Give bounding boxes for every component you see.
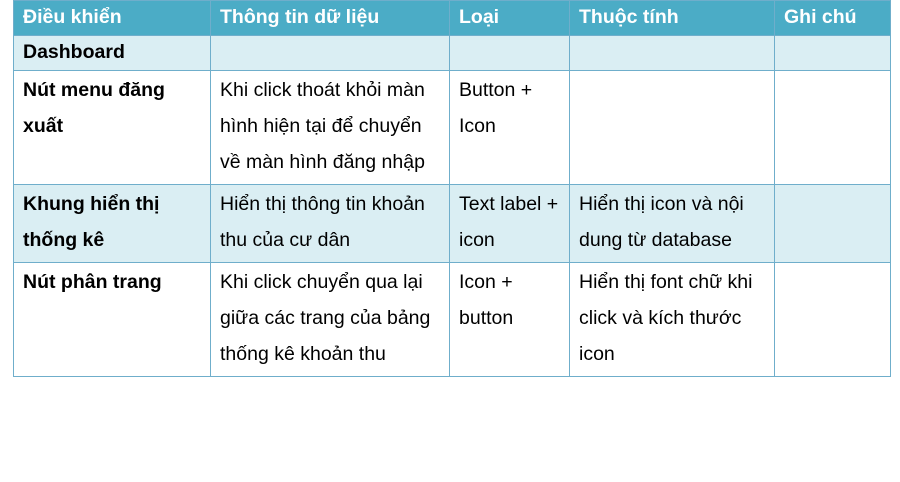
cell-info: Khi click thoát khỏi màn hình hiện tại đ…	[210, 70, 450, 185]
cell-info: Khi click chuyển qua lại giữa các trang …	[210, 262, 450, 377]
controls-table: Điều khiển Thông tin dữ liệu Loại Thuộc …	[13, 0, 891, 377]
cell-type: Text label + icon	[449, 184, 570, 263]
cell-type	[449, 35, 570, 71]
header-note: Ghi chú	[774, 0, 891, 36]
table-row: Nút menu đăng xuất Khi click thoát khỏi …	[13, 70, 891, 185]
header-data-info: Thông tin dữ liệu	[210, 0, 450, 36]
cell-attribute: Hiển thị icon và nội dung từ database	[569, 184, 775, 263]
cell-control: Dashboard	[13, 35, 211, 71]
header-control: Điều khiển	[13, 0, 211, 36]
cell-info	[210, 35, 450, 71]
cell-control: Khung hiển thị thống kê	[13, 184, 211, 263]
cell-note	[774, 70, 891, 185]
table-row: Nút phân trang Khi click chuyển qua lại …	[13, 262, 891, 377]
cell-attribute: Hiển thị font chữ khi click và kích thướ…	[569, 262, 775, 377]
cell-type: Button + Icon	[449, 70, 570, 185]
header-type: Loại	[449, 0, 570, 36]
header-attribute: Thuộc tính	[569, 0, 775, 36]
cell-note	[774, 184, 891, 263]
cell-control: Nút menu đăng xuất	[13, 70, 211, 185]
table-header-row: Điều khiển Thông tin dữ liệu Loại Thuộc …	[13, 0, 891, 36]
cell-attribute	[569, 70, 775, 185]
cell-note	[774, 35, 891, 71]
cell-note	[774, 262, 891, 377]
cell-attribute	[569, 35, 775, 71]
cell-control: Nút phân trang	[13, 262, 211, 377]
table-row: Khung hiển thị thống kê Hiển thị thông t…	[13, 184, 891, 263]
table-row: Dashboard	[13, 35, 891, 71]
cell-info: Hiển thị thông tin khoản thu của cư dân	[210, 184, 450, 263]
cell-type: Icon + button	[449, 262, 570, 377]
